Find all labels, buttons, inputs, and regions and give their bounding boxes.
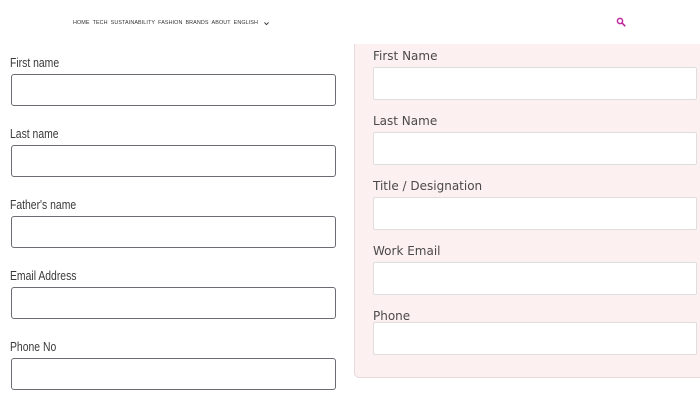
nav-item-brands[interactable]: BRANDS: [185, 20, 208, 26]
work-email-label: Work Email: [373, 244, 441, 258]
work-email-input[interactable]: [373, 262, 697, 295]
fathers-name-input[interactable]: [11, 216, 336, 248]
nav-item-tech[interactable]: TECH: [93, 20, 108, 26]
title-designation-label: Title / Designation: [373, 179, 483, 193]
nav-item-about[interactable]: ABOUT: [212, 20, 231, 26]
search-icon[interactable]: [616, 17, 626, 27]
email-address-label: Email Address: [10, 268, 77, 283]
nav-item-language[interactable]: ENGLISH: [234, 20, 258, 26]
first-name-input[interactable]: [373, 67, 697, 100]
right-contact-form: First Name Last Name Title / Designation…: [354, 44, 700, 378]
nav-item-fashion[interactable]: FASHION: [158, 20, 182, 26]
last-name-input[interactable]: [373, 132, 697, 165]
left-contact-form: First name Last name Father's name Email…: [0, 44, 345, 400]
top-navigation-bar: HOME TECH SUSTAINABILITY FASHION BRANDS …: [0, 0, 700, 44]
email-address-input[interactable]: [11, 287, 336, 319]
last-name-label: Last Name: [373, 114, 438, 128]
phone-no-label: Phone No: [10, 339, 57, 354]
last-name-input[interactable]: [11, 145, 336, 177]
first-name-input[interactable]: [11, 74, 336, 106]
nav-item-sustainability[interactable]: SUSTAINABILITY: [111, 20, 155, 26]
last-name-label: Last name: [10, 126, 59, 141]
first-name-label: First Name: [373, 49, 438, 63]
chevron-down-icon[interactable]: [263, 20, 270, 27]
phone-input[interactable]: [373, 322, 697, 355]
phone-label: Phone: [373, 309, 411, 323]
first-name-label: First name: [10, 55, 60, 70]
title-designation-input[interactable]: [373, 197, 697, 230]
nav-item-home[interactable]: HOME: [73, 20, 90, 26]
main-menu: HOME TECH SUSTAINABILITY FASHION BRANDS …: [73, 18, 270, 28]
fathers-name-label: Father's name: [10, 197, 77, 212]
phone-no-input[interactable]: [11, 358, 336, 390]
